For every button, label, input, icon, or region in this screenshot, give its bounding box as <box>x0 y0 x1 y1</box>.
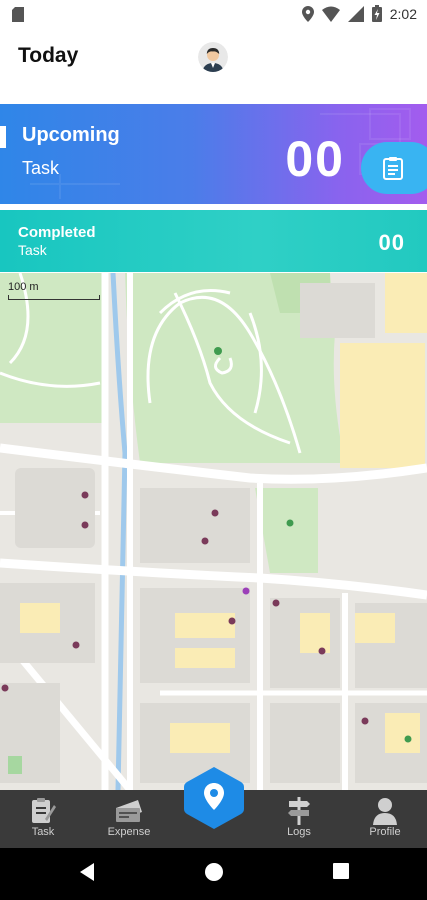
building <box>385 273 427 333</box>
sim-card-icon <box>12 7 24 22</box>
signpost-icon <box>288 797 310 825</box>
completed-label: Completed <box>18 224 96 241</box>
user-avatar-icon <box>198 42 228 72</box>
nav-expense-label: Expense <box>107 826 151 838</box>
upcoming-sub-label: Task <box>22 158 60 178</box>
app-header: Today <box>0 30 427 90</box>
wifi-icon <box>321 6 340 22</box>
nav-task-label: Task <box>31 826 55 838</box>
fab-hexagon <box>184 767 244 829</box>
system-navigation-bar <box>0 848 427 900</box>
nav-expense[interactable]: Expense <box>94 796 164 838</box>
building <box>340 343 425 468</box>
map-scale: 100 m <box>8 281 100 300</box>
recents-icon[interactable] <box>332 862 350 880</box>
map-view[interactable]: 100 m <box>0 273 427 790</box>
page-title: Today <box>18 44 79 67</box>
completed-count: 00 <box>378 230 405 255</box>
upcoming-accent-bar <box>0 126 6 148</box>
water-channel <box>110 273 128 790</box>
location-icon <box>301 5 314 22</box>
task-icon <box>32 798 56 823</box>
upcoming-task-card[interactable]: Upcoming Task 00 <box>0 104 427 204</box>
cell-signal-icon <box>347 5 364 22</box>
nav-profile[interactable]: Profile <box>350 796 420 838</box>
nav-task[interactable]: Task <box>8 796 78 838</box>
nav-logs[interactable]: Logs <box>264 796 334 838</box>
upcoming-label: Upcoming <box>22 124 120 146</box>
completed-task-card[interactable]: Completed Task 00 <box>0 210 427 272</box>
map-canvas <box>0 273 427 790</box>
card-pattern <box>30 108 420 199</box>
clipboard-icon <box>383 157 403 180</box>
park-area <box>255 488 318 573</box>
status-bar: 2:02 <box>0 0 427 30</box>
nav-profile-label: Profile <box>369 826 401 838</box>
building <box>300 283 375 338</box>
back-icon[interactable] <box>78 862 96 882</box>
map-location-fab[interactable] <box>183 765 245 831</box>
status-time: 2:02 <box>389 5 417 22</box>
map-scale-label: 100 m <box>8 281 39 293</box>
expense-icon <box>116 800 142 822</box>
home-icon[interactable] <box>204 862 224 882</box>
upcoming-count: 00 <box>285 131 345 187</box>
avatar[interactable] <box>198 42 228 72</box>
screen: 2:02 Today Upcoming Task 00 Completed Ta… <box>0 0 427 900</box>
task-list-button[interactable] <box>361 142 427 194</box>
completed-sub-label: Task <box>18 242 47 258</box>
map-scale-bar <box>8 295 100 300</box>
nav-logs-label: Logs <box>287 826 311 838</box>
battery-charging-icon <box>371 5 382 22</box>
profile-icon <box>373 798 397 825</box>
